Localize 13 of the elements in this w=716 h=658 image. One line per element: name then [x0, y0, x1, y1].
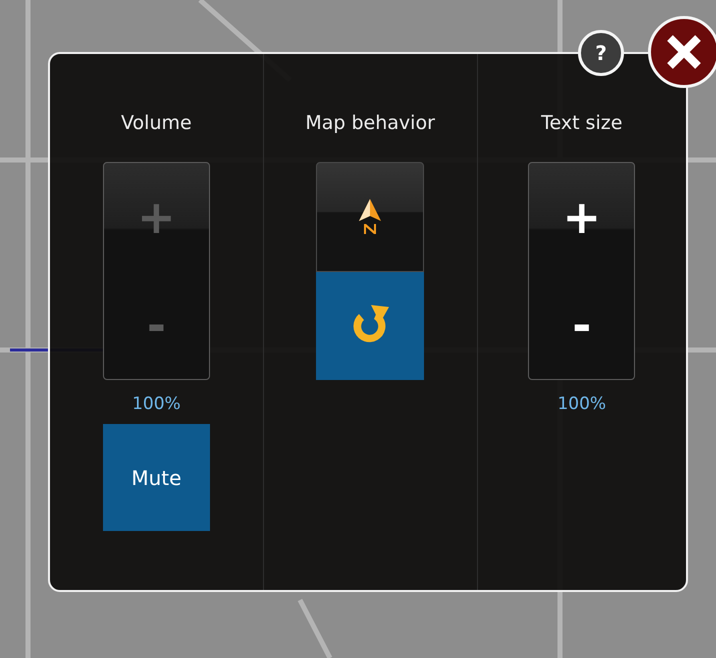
- section-title: Map behavior: [305, 112, 435, 136]
- north-arrow-icon: [357, 199, 384, 235]
- percent-reading: 100%: [132, 394, 181, 414]
- help-button[interactable]: ?: [578, 30, 624, 76]
- north-up-button[interactable]: [316, 162, 424, 272]
- mute-button[interactable]: Mute: [102, 424, 210, 531]
- close-icon: [666, 34, 702, 70]
- decrease-button[interactable]: -: [529, 271, 634, 379]
- percent-reading: 100%: [557, 394, 606, 414]
- section-title: Text size: [541, 112, 622, 136]
- rotate-map-button[interactable]: [316, 272, 424, 380]
- section-title: Volume: [121, 112, 192, 136]
- increase-button[interactable]: +: [529, 163, 634, 271]
